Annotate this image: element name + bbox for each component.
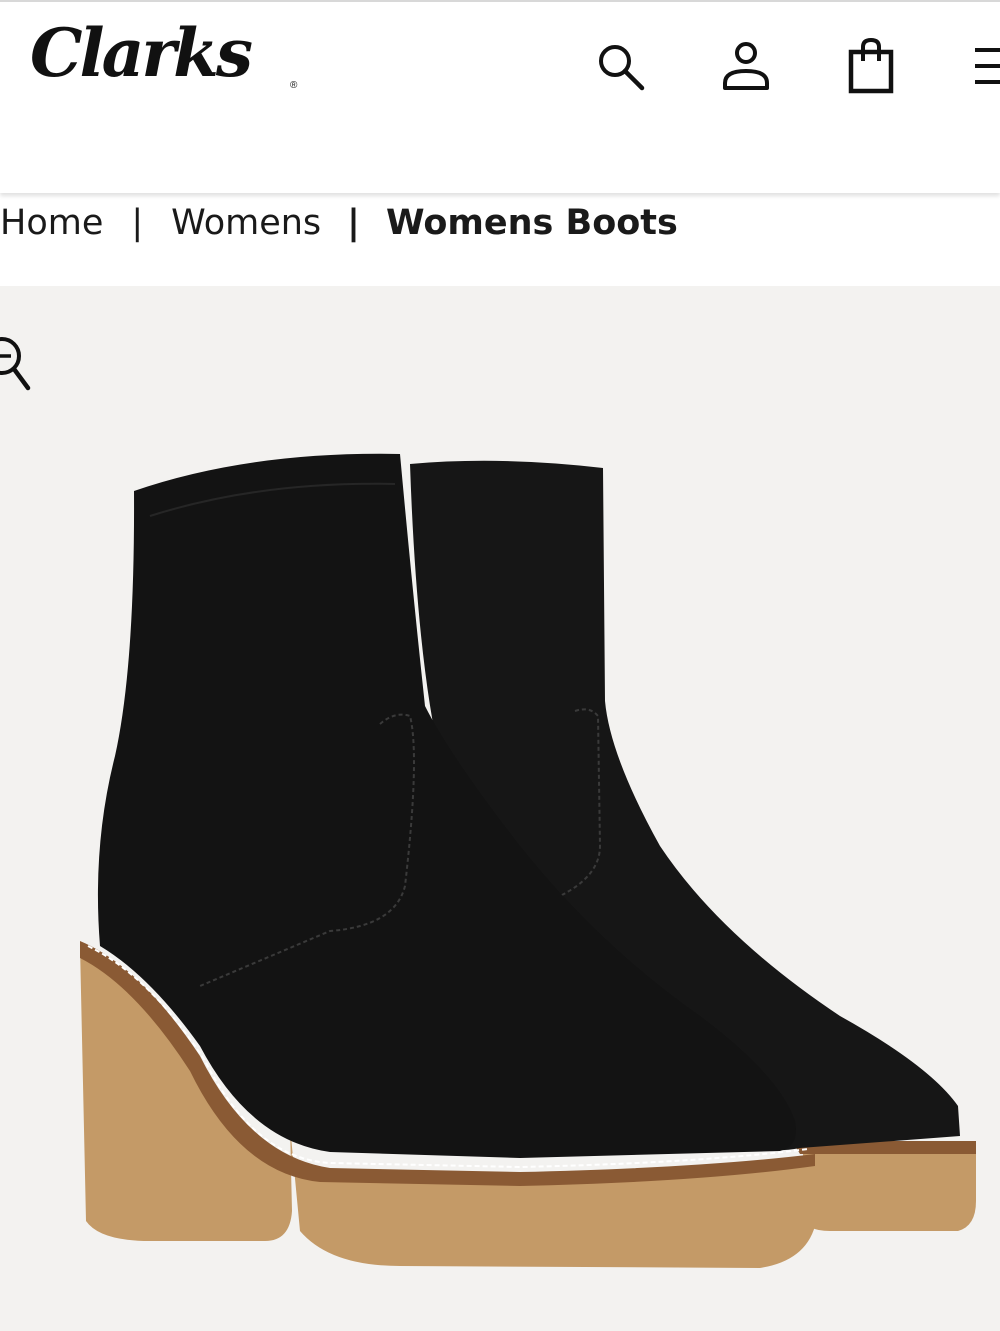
account-icon [723, 42, 769, 90]
breadcrumb-current: Womens Boots [385, 203, 678, 243]
breadcrumb-separator: | [131, 203, 144, 243]
product-image[interactable] [0, 286, 1000, 1331]
search-button[interactable] [592, 36, 648, 96]
search-icon [599, 45, 645, 91]
site-header: Clarks ® [0, 0, 1000, 193]
breadcrumb-separator: | [347, 203, 360, 243]
shopping-bag-icon [848, 37, 894, 94]
bag-button[interactable] [843, 36, 899, 96]
registered-mark: ® [290, 80, 298, 91]
menu-button[interactable] [968, 36, 1000, 96]
boots-illustration [80, 453, 976, 1268]
breadcrumb-womens[interactable]: Womens [171, 203, 321, 243]
breadcrumb: Home | Womens | Womens Boots [0, 198, 678, 248]
breadcrumb-home[interactable]: Home [0, 203, 103, 243]
clarks-logo[interactable]: Clarks [30, 14, 253, 92]
menu-icon [975, 48, 1000, 84]
account-button[interactable] [718, 36, 774, 96]
